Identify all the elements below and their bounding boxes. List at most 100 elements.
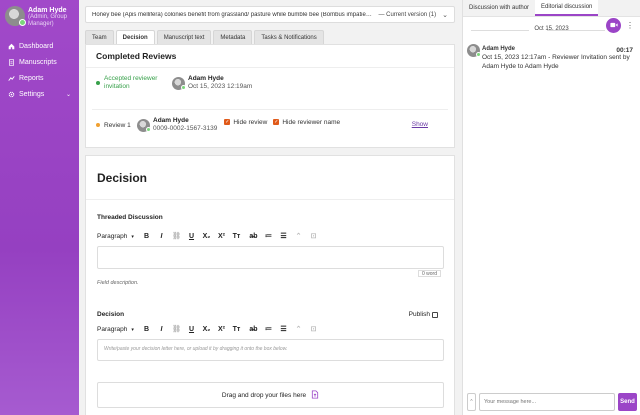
sidebar-nav: Dashboard Manuscripts Reports Settings ⌄ [0,38,79,102]
decision-label: Decision [97,311,125,318]
link-button[interactable]: ⛓ [169,325,184,333]
subscript-button[interactable]: X₂ [199,233,214,240]
decision-heading: Decision [86,156,454,200]
status-dot [96,81,100,85]
italic-button[interactable]: I [154,233,169,240]
bold-button[interactable]: B [139,233,154,240]
main-content: Honey bee (Apis mellifera) colonies bene… [79,0,462,415]
threaded-discussion-editor[interactable] [97,246,444,269]
sidebar-item-manuscripts[interactable]: Manuscripts [0,54,79,70]
sidebar-item-settings[interactable]: Settings ⌄ [0,86,79,102]
avatar [172,76,186,90]
chevron-down-icon[interactable]: ⌄ [66,91,71,98]
more-options-icon[interactable]: ⋮ [626,18,634,33]
video-call-button[interactable] [606,18,621,33]
superscript-button[interactable]: X² [214,326,229,333]
gear-icon [8,91,15,98]
divider [92,109,448,110]
completed-reviews-heading: Completed Reviews [86,45,454,68]
block-button[interactable]: ⊡ [306,232,321,240]
file-dropzone[interactable]: Drag and drop your files here [97,382,444,408]
tab-team[interactable]: Team [85,30,114,44]
strikethrough-button[interactable]: a̶b [246,233,261,240]
version-select[interactable]: — Current version (1) [378,12,436,18]
strikethrough-button[interactable]: a̶b [246,326,261,333]
home-icon [8,43,15,50]
underline-button[interactable]: U [184,233,199,240]
reviewer-name: Adam Hyde [153,117,189,124]
avatar [5,6,26,26]
user-name: Adam Hyde [28,7,67,14]
decision-editor-toolbar: Paragraph ▾ B I ⛓ U X₂ X² Tт a̶b ≔ ☰ ⌃ ⊡ [97,325,321,334]
chat-tab-bar: Discussion with author Editorial discuss… [463,0,640,17]
chat-panel: Discussion with author Editorial discuss… [462,0,640,415]
decision-letter-editor[interactable]: Write/paste your decision letter here, o… [97,339,444,361]
sidebar-item-label: Manuscripts [19,58,57,66]
message-input[interactable] [479,393,615,411]
tab-metadata[interactable]: Metadata [213,30,253,44]
text-size-button[interactable]: Tт [229,233,244,240]
link-button[interactable]: ⛓ [169,232,184,240]
block-button[interactable]: ⊡ [306,325,321,333]
ordered-list-button[interactable]: ≔ [261,325,276,333]
chart-line-icon [8,75,15,82]
underline-button[interactable]: U [184,326,199,333]
italic-button[interactable]: I [154,326,169,333]
tab-decision[interactable]: Decision [115,30,155,44]
invitee-date: Oct 15, 2023 12:19am [188,83,253,90]
invitation-status: Accepted reviewer invitation [104,75,158,90]
hide-reviewer-name-checkbox[interactable]: ✓ Hide reviewer name [273,119,340,126]
sidebar-item-dashboard[interactable]: Dashboard [0,38,79,54]
manuscript-selector[interactable]: Honey bee (Apis mellifera) colonies bene… [85,6,455,23]
invitee-name: Adam Hyde [188,75,224,82]
document-icon [8,58,15,66]
bold-button[interactable]: B [139,326,154,333]
tab-editorial-discussion[interactable]: Editorial discussion [535,0,599,16]
avatar [137,118,151,132]
bullet-list-button[interactable]: ☰ [276,325,291,333]
tab-manuscript-text[interactable]: Manuscript text [156,30,212,44]
subscript-button[interactable]: X₂ [199,326,214,333]
tab-discussion-with-author[interactable]: Discussion with author [463,0,535,16]
user-role: (Admin, Group [28,14,68,20]
sidebar-item-label: Settings [19,90,45,98]
sidebar-item-label: Reports [19,74,44,82]
reviewer-invitation-row: Accepted reviewer invitation Adam Hyde Oc… [96,75,252,91]
hide-review-checkbox[interactable]: ✓ Hide review [224,119,267,126]
completed-reviews-card: Completed Reviews Accepted reviewer invit… [85,44,455,148]
checkmark-icon: ✓ [273,119,280,125]
superscript-button[interactable]: X² [214,233,229,240]
user-profile[interactable]: Adam Hyde (Admin, Group Manager) [0,0,79,34]
checkmark-icon: ✓ [224,119,231,125]
avatar [467,44,481,57]
review-label: Review 1 [104,121,131,129]
decision-card: Decision Threaded Discussion Paragraph ▾ … [85,155,455,415]
editor-toolbar: Paragraph ▾ B I ⛓ U X₂ X² Tт a̶b ≔ ☰ ⌃ ⊡ [97,232,321,241]
status-dot [96,123,100,127]
chat-message: Adam Hyde 00:17 Oct 15, 2023 12:17am - R… [467,44,633,71]
checkbox[interactable] [432,311,438,318]
tab-bar: Team Decision Manuscript text Metadata T… [85,30,326,44]
dropzone-label: Drag and drop your files here [221,391,307,399]
tab-tasks-notifications[interactable]: Tasks & Notifications [254,30,324,44]
bullet-list-button[interactable]: ☰ [276,232,291,240]
decision-placeholder: Write/paste your decision letter here, o… [104,346,288,352]
ordered-list-button[interactable]: ≔ [261,232,276,240]
publish-checkbox[interactable]: Publish [409,311,438,318]
word-count: 0 word [417,270,441,277]
sidebar-item-reports[interactable]: Reports [0,70,79,86]
file-upload-icon [311,389,319,401]
chevron-up-icon[interactable]: ⌃ [467,393,476,411]
chat-composer: ⌃ Send [467,393,637,411]
paragraph-style-select[interactable]: Paragraph ▾ [97,233,139,240]
lift-button[interactable]: ⌃ [291,232,306,240]
sidebar: Adam Hyde (Admin, Group Manager) Dashboa… [0,0,79,415]
paragraph-style-select[interactable]: Paragraph ▾ [97,326,139,333]
text-size-button[interactable]: Tт [229,326,244,333]
chevron-down-icon[interactable]: ⌄ [442,11,448,19]
review-row: Review 1 Adam Hyde 0009-0002-1567-3139 ✓… [96,117,340,133]
send-button[interactable]: Send [618,393,637,411]
sidebar-item-label: Dashboard [19,42,54,50]
lift-button[interactable]: ⌃ [291,325,306,333]
show-review-link[interactable]: Show [412,121,428,128]
